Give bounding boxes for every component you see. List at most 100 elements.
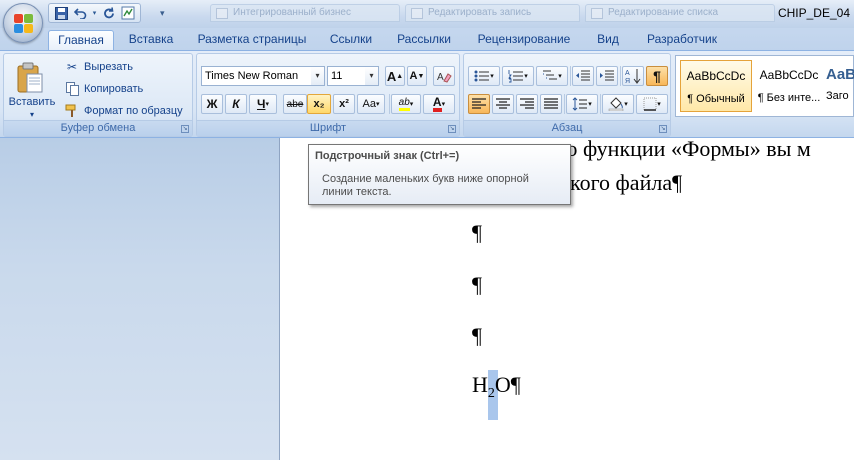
window-title: CHIP_DE_04	[777, 6, 850, 20]
tab-developer[interactable]: Разработчик	[636, 30, 728, 50]
bullets-icon	[474, 70, 490, 82]
undo-dropdown-icon[interactable]: ▾	[91, 5, 98, 21]
ribbon-tab-row: Главная Вставка Разметка страницы Ссылки…	[0, 28, 854, 50]
svg-text:A: A	[437, 72, 444, 83]
strikethrough-button[interactable]: abe	[283, 94, 307, 114]
document-map-icon[interactable]	[120, 5, 136, 21]
svg-text:Я: Я	[625, 78, 630, 84]
font-color-button[interactable]: A ▾	[423, 94, 455, 114]
show-marks-button[interactable]: ¶	[646, 66, 668, 86]
background-window-tab[interactable]: Редактировать запись	[405, 4, 580, 22]
paragraph-mark: ¶	[472, 220, 482, 245]
office-button[interactable]	[3, 3, 43, 43]
highlight-label: ab	[398, 97, 410, 111]
clear-formatting-icon: A	[437, 72, 452, 83]
align-center-button[interactable]	[492, 94, 514, 114]
shading-button[interactable]: ▾	[602, 94, 634, 114]
tab-insert[interactable]: Вставка	[120, 30, 182, 50]
underline-button[interactable]: Ч ▾	[249, 94, 277, 114]
paste-button[interactable]: Вставить ▾	[6, 56, 58, 120]
chevron-down-icon: ▾	[524, 73, 528, 80]
paste-icon	[17, 62, 43, 93]
font-size-combo[interactable]: 11 ▾	[327, 66, 379, 86]
style-sample: AaBbCcDc	[686, 69, 746, 83]
styles-gallery: AaBbCcDc ¶ Обычный AaBbCcDc ¶ Без инте..…	[675, 55, 854, 117]
tab-view[interactable]: Вид	[588, 30, 628, 50]
grow-font-button[interactable]: A ▲	[385, 66, 405, 86]
quick-access-toolbar: ▾	[48, 3, 141, 23]
scissors-icon: ✂	[66, 60, 78, 74]
style-normal[interactable]: AaBbCcDc ¶ Обычный	[680, 60, 752, 112]
line-spacing-icon	[572, 97, 588, 111]
tab-references[interactable]: Ссылки	[322, 30, 380, 50]
tab-home[interactable]: Главная	[48, 30, 114, 50]
chevron-down-icon: ▾	[409, 101, 414, 108]
paragraph-launcher-icon[interactable]: ↘	[659, 125, 667, 133]
justify-button[interactable]	[540, 94, 562, 114]
highlight-button[interactable]: ab ▾	[391, 94, 421, 114]
bullets-button[interactable]: ▾	[468, 66, 500, 86]
separator	[620, 66, 621, 86]
clear-formatting-button[interactable]: A	[433, 66, 455, 86]
ribbon: Вставить ▾ ✂ Вырезать Копировать Формат …	[0, 50, 854, 138]
decrease-indent-button[interactable]	[572, 66, 594, 86]
chevron-down-icon: ▾	[657, 101, 661, 108]
align-center-icon	[496, 98, 510, 109]
multilevel-list-icon	[543, 70, 558, 80]
tab-review[interactable]: Рецензирование	[468, 30, 580, 50]
chevron-down-icon: ▾	[558, 73, 562, 80]
clipboard-launcher-icon[interactable]: ↘	[181, 125, 189, 133]
clipboard-group-label: Буфер обмена	[4, 120, 192, 136]
align-left-button[interactable]	[468, 94, 490, 114]
background-window-tab[interactable]: Интегрированный бизнес	[210, 4, 400, 22]
borders-button[interactable]: ▾	[636, 94, 668, 114]
window-icon	[216, 8, 228, 19]
chevron-down-icon[interactable]: ▾	[365, 67, 378, 85]
font-size-value: 11	[331, 70, 343, 82]
borders-icon	[643, 97, 657, 111]
format-painter-button[interactable]: Формат по образцу	[64, 102, 183, 120]
subscript-button[interactable]: x₂	[307, 94, 331, 114]
multilevel-list-button[interactable]: ▾	[536, 66, 568, 86]
style-no-spacing[interactable]: AaBbCcDc ¶ Без инте...	[756, 60, 822, 112]
background-window-tab[interactable]: Редактирование списка	[585, 4, 775, 22]
paragraph-mark: ¶	[472, 323, 482, 348]
chevron-down-icon: ▾	[490, 73, 494, 80]
undo-icon[interactable]	[72, 5, 88, 21]
font-color-label: A	[432, 96, 442, 112]
copy-button[interactable]: Копировать	[64, 80, 143, 98]
copy-icon	[64, 81, 80, 97]
font-group: Times New Roman ▾ 11 ▾ A ▲ A ▼ A Ж К Ч ▾ a	[196, 53, 460, 137]
line-spacing-button[interactable]: ▾	[566, 94, 598, 114]
cut-button[interactable]: ✂ Вырезать	[64, 58, 133, 76]
style-heading-1[interactable]: AaB Заго	[826, 60, 854, 112]
change-case-button[interactable]: Aa ▾	[357, 94, 385, 114]
paragraph-mark: ¶	[472, 272, 482, 297]
background-window-label: Редактировать запись	[428, 7, 532, 18]
shrink-font-button[interactable]: A ▼	[407, 66, 427, 86]
font-name-value: Times New Roman	[205, 70, 299, 82]
copy-label: Копировать	[84, 83, 144, 95]
chevron-down-icon[interactable]: ▾	[311, 67, 324, 85]
tab-page-layout[interactable]: Разметка страницы	[190, 30, 314, 50]
sort-button[interactable]: АЯ	[622, 66, 644, 86]
italic-button[interactable]: К	[225, 94, 247, 114]
underline-label: Ч	[257, 97, 266, 111]
word-window: ▾ ▾ Интегрированный бизнес Редактировать…	[0, 0, 854, 460]
superscript-button[interactable]: x²	[333, 94, 355, 114]
font-group-label: Шрифт	[197, 120, 459, 136]
window-icon	[411, 8, 423, 19]
redo-icon[interactable]	[101, 5, 117, 21]
svg-text:А: А	[625, 70, 630, 77]
save-icon[interactable]	[53, 5, 69, 21]
clipboard-group: Вставить ▾ ✂ Вырезать Копировать Формат …	[3, 53, 193, 137]
increase-indent-button[interactable]	[596, 66, 618, 86]
align-right-button[interactable]	[516, 94, 538, 114]
font-name-combo[interactable]: Times New Roman ▾	[201, 66, 325, 86]
bold-button[interactable]: Ж	[201, 94, 223, 114]
font-launcher-icon[interactable]: ↘	[448, 125, 456, 133]
numbering-button[interactable]: ▾	[502, 66, 534, 86]
customize-qat-icon[interactable]: ▾	[160, 8, 165, 19]
tab-mailings[interactable]: Рассылки	[388, 30, 460, 50]
subscript-tooltip: Подстрочный знак (Ctrl+=) Создание мален…	[308, 144, 571, 205]
